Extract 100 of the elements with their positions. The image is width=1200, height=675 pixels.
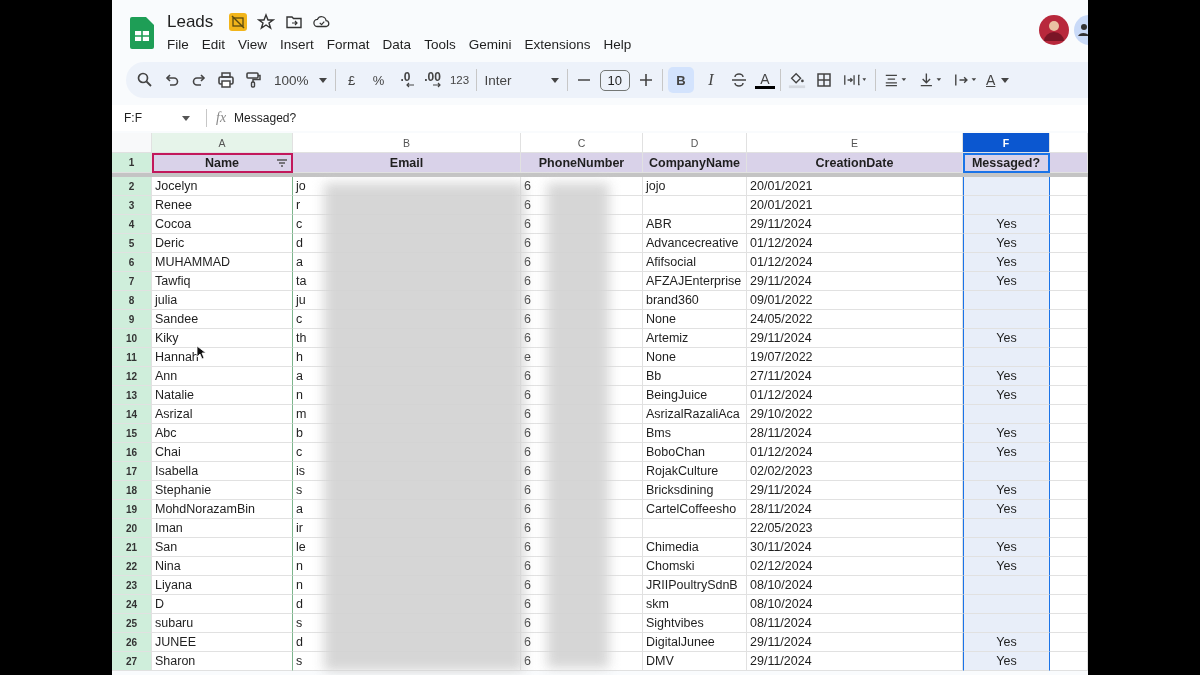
text-rotation-button[interactable]: A (986, 67, 1010, 93)
menu-item[interactable]: View (238, 37, 281, 52)
table-cell (1050, 253, 1088, 272)
column-header[interactable]: C (521, 133, 643, 153)
table-cell (1050, 329, 1088, 348)
table-cell: CartelCoffeesho (643, 500, 747, 519)
column-header[interactable]: F (963, 133, 1050, 153)
row-number[interactable]: 4 (112, 215, 152, 234)
column-title: Name (204, 155, 239, 170)
menu-item[interactable]: Extensions (524, 37, 604, 52)
row-number[interactable]: 21 (112, 538, 152, 557)
italic-button[interactable]: I (699, 67, 723, 93)
table-cell: Sightvibes (643, 614, 747, 633)
folder-icon[interactable] (285, 13, 304, 31)
decrease-decimal-button[interactable]: .0 (394, 67, 417, 93)
table-cell (1050, 652, 1088, 671)
row-number[interactable]: 27 (112, 652, 152, 671)
table-cell: 08/10/2024 (747, 576, 963, 595)
fill-color-icon[interactable] (786, 71, 808, 89)
no-image-badge-icon[interactable] (229, 13, 248, 31)
row-number[interactable]: 10 (112, 329, 152, 348)
table-cell: 08/11/2024 (747, 614, 963, 633)
table-cell (1050, 500, 1088, 519)
row-number[interactable]: 1 (112, 153, 152, 173)
row-number[interactable]: 24 (112, 595, 152, 614)
row-number[interactable]: 23 (112, 576, 152, 595)
zoom-dropdown[interactable]: 100% (271, 72, 330, 88)
row-number[interactable]: 25 (112, 614, 152, 633)
header-cell: PhoneNumber (521, 153, 643, 173)
table-cell (1050, 196, 1088, 215)
table-cell: 29/11/2024 (747, 652, 963, 671)
table-cell: 29/11/2024 (747, 481, 963, 500)
mouse-pointer-icon (196, 345, 206, 360)
table-cell (1050, 462, 1088, 481)
row-number[interactable]: 11 (112, 348, 152, 367)
column-header[interactable]: B (293, 133, 521, 153)
document-title[interactable]: Leads (167, 12, 214, 32)
menu-item[interactable]: Gemini (468, 37, 525, 52)
header-cell: CompanyName (643, 153, 747, 173)
row-number[interactable]: 2 (112, 177, 152, 196)
sheets-logo-icon[interactable] (130, 17, 154, 49)
row-number[interactable]: 5 (112, 234, 152, 253)
column-header[interactable]: E (747, 133, 963, 153)
row-number[interactable]: 15 (112, 424, 152, 443)
table-cell: Yes (963, 538, 1050, 557)
row-number[interactable]: 6 (112, 253, 152, 272)
table-cell: Bms (643, 424, 747, 443)
table-cell: 02/02/2023 (747, 462, 963, 481)
bold-button[interactable]: B (668, 67, 694, 93)
row-number[interactable]: 16 (112, 443, 152, 462)
column-header[interactable]: D (643, 133, 747, 153)
row-number[interactable]: 17 (112, 462, 152, 481)
row-number[interactable]: 14 (112, 405, 152, 424)
table-cell: Yes (963, 215, 1050, 234)
caret-icon (318, 77, 327, 83)
row-number[interactable]: 20 (112, 519, 152, 538)
text-color-button[interactable]: A (755, 71, 775, 89)
row-number[interactable]: 13 (112, 386, 152, 405)
table-cell: Yes (963, 500, 1050, 519)
print-icon[interactable] (215, 71, 237, 89)
table-cell (1050, 595, 1088, 614)
currency-button[interactable]: £ (340, 67, 363, 93)
row-number[interactable]: 22 (112, 557, 152, 576)
font-dropdown[interactable]: Inter (481, 72, 562, 88)
menu-item[interactable]: Insert (280, 37, 327, 52)
dropdown-caret-icon[interactable] (182, 115, 190, 121)
table-cell: San (152, 538, 293, 557)
table-cell: Bb (643, 367, 747, 386)
row-number[interactable]: 9 (112, 310, 152, 329)
star-icon[interactable] (257, 13, 276, 31)
row-number[interactable]: 19 (112, 500, 152, 519)
name-box[interactable]: F:F (124, 111, 182, 125)
caret-icon (1001, 77, 1010, 83)
menu-item[interactable]: Help (603, 37, 645, 52)
increase-decimal-button[interactable]: .00 (421, 67, 444, 93)
table-cell: Yes (963, 329, 1050, 348)
percent-button[interactable]: % (367, 67, 390, 93)
menu-item[interactable]: Format (326, 37, 383, 52)
menu-item[interactable]: Tools (424, 37, 469, 52)
avatar[interactable] (1039, 15, 1069, 45)
row-number[interactable]: 26 (112, 633, 152, 652)
table-cell: JUNEE (152, 633, 293, 652)
number-format-button[interactable]: 123 (448, 67, 471, 93)
menu-item[interactable]: Edit (201, 37, 239, 52)
formula-field[interactable]: Messaged? (234, 111, 297, 125)
font-size-field[interactable]: 10 (599, 69, 630, 91)
column-header[interactable]: A (152, 133, 293, 153)
row-number[interactable]: 3 (112, 196, 152, 215)
table-cell: Renee (152, 196, 293, 215)
table-cell (1050, 348, 1088, 367)
row-number[interactable]: 12 (112, 367, 152, 386)
row-number[interactable]: 8 (112, 291, 152, 310)
table-cell: MUHAMMAD (152, 253, 293, 272)
row-number[interactable]: 7 (112, 272, 152, 291)
menu-item[interactable]: Data (382, 37, 425, 52)
share-person-icon[interactable] (1074, 15, 1088, 45)
menu-item[interactable]: File (167, 37, 202, 52)
row-number[interactable]: 18 (112, 481, 152, 500)
filter-icon[interactable] (276, 158, 288, 168)
table-cell: 01/12/2024 (747, 234, 963, 253)
